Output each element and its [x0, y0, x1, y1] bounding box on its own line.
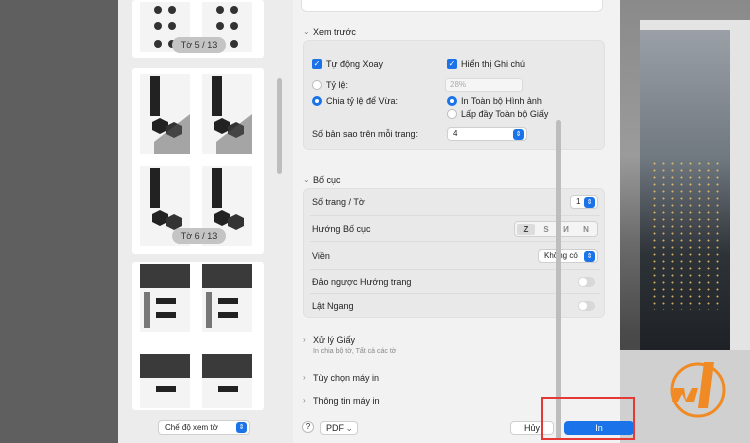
- watermark-logo: [670, 362, 726, 418]
- thumbnail-pane: Tờ 5 / 13 Tờ 6 / 13 Chế độ xem tờ ⇕: [118, 0, 293, 443]
- statistics-page-image: [202, 354, 252, 392]
- chevron-right-icon[interactable]: ›: [303, 396, 306, 405]
- sheet-thumbnail-7[interactable]: [132, 262, 264, 410]
- page-thumb: [140, 264, 190, 332]
- paper-handling-title[interactable]: Xử lý Giấy: [313, 335, 355, 345]
- help-button[interactable]: ?: [302, 421, 314, 433]
- copies-per-page-value: 4: [453, 129, 458, 138]
- chevron-updown-icon: ⇕: [584, 197, 595, 208]
- pages-per-sheet-label: Số trang / Tờ: [312, 197, 365, 207]
- thumbnail-scrollbar[interactable]: [277, 78, 282, 174]
- city-lights: [650, 160, 720, 310]
- fit-radio[interactable]: [312, 96, 322, 106]
- fit-label: Chia tỷ lệ để Vừa:: [326, 96, 399, 106]
- chevron-right-icon[interactable]: ›: [303, 373, 306, 382]
- scale-input[interactable]: 28%: [445, 78, 523, 92]
- copies-per-page-label: Số bản sao trên mỗi trang:: [312, 129, 419, 139]
- flip-horizontal-label: Lật Ngang: [312, 301, 354, 311]
- flip-horizontal-toggle[interactable]: [578, 301, 595, 311]
- statistics-page-image: [202, 264, 252, 328]
- layout-direction-label: Hướng Bố cục: [312, 224, 371, 234]
- chevron-down-icon[interactable]: ⌄: [303, 27, 310, 36]
- print-button-highlight-annotation: [541, 397, 635, 440]
- printer-info-title[interactable]: Thông tin máy in: [313, 396, 380, 406]
- preview-section-title[interactable]: Xem trước: [313, 27, 356, 37]
- pages-per-sheet-select[interactable]: 1 ⇕: [570, 195, 598, 209]
- view-mode-label: Chế độ xem tờ: [165, 423, 218, 432]
- layout-section-title[interactable]: Bố cục: [313, 175, 341, 185]
- chevron-right-icon[interactable]: ›: [303, 335, 306, 344]
- sheet-thumbnail-5[interactable]: Tờ 5 / 13: [132, 0, 264, 58]
- concept-page-image: [212, 76, 252, 154]
- statistics-page-image: [140, 354, 190, 392]
- print-entire-image-radio[interactable]: [447, 96, 457, 106]
- fill-entire-paper-radio[interactable]: [447, 109, 457, 119]
- pdf-label: PDF: [326, 423, 344, 433]
- chevron-updown-icon: ⇕: [584, 251, 595, 262]
- settings-scrollbar[interactable]: [556, 120, 561, 440]
- direction-z-option[interactable]: Z: [517, 224, 535, 235]
- paper-handling-subtitle: In chia bộ tờ, Tất cả các tờ: [313, 348, 397, 355]
- show-notes-label: Hiển thị Ghi chú: [461, 59, 526, 69]
- chevron-down-icon[interactable]: ⌄: [303, 175, 310, 184]
- chevron-updown-icon: ⇕: [513, 129, 524, 140]
- scale-radio[interactable]: [312, 80, 322, 90]
- page-thumb: [202, 74, 252, 154]
- page-thumb: [202, 264, 252, 332]
- page-thumb: [140, 354, 190, 408]
- reverse-orientation-label: Đảo ngược Hướng trang: [312, 277, 412, 287]
- concept-page-image: [150, 76, 190, 154]
- border-label: Viền: [312, 251, 330, 261]
- statistics-page-image: [140, 264, 190, 328]
- auto-rotate-checkbox[interactable]: ✓: [312, 59, 322, 69]
- border-select[interactable]: Không có ⇕: [538, 249, 598, 263]
- sheet-5-label: Tờ 5 / 13: [172, 37, 226, 53]
- pdf-menu-button[interactable]: PDF ⌄: [320, 421, 358, 435]
- page-thumb: [202, 354, 252, 408]
- show-notes-checkbox[interactable]: ✓: [447, 59, 457, 69]
- settings-pane: ⌄ Xem trước ✓ Tự động Xoay ✓ Hiển thị Gh…: [293, 0, 620, 443]
- direction-s-option[interactable]: S: [537, 224, 555, 235]
- auto-rotate-label: Tự động Xoay: [326, 59, 384, 69]
- desktop-background-left: [0, 0, 118, 443]
- fill-entire-paper-label: Lấp đầy Toàn bộ Giấy: [461, 109, 549, 119]
- direction-n-option[interactable]: N: [577, 224, 595, 235]
- print-dialog: Tờ 5 / 13 Tờ 6 / 13 Chế độ xem tờ ⇕ ⌄ Xe…: [118, 0, 634, 443]
- copies-per-page-select[interactable]: 4 ⇕: [447, 127, 527, 141]
- print-entire-image-label: In Toàn bộ Hình ảnh: [461, 96, 542, 106]
- pages-per-sheet-value: 1: [576, 197, 581, 206]
- view-mode-select[interactable]: Chế độ xem tờ ⇕: [158, 420, 250, 435]
- sheet-6-label: Tờ 6 / 13: [172, 228, 226, 244]
- reverse-orientation-toggle[interactable]: [578, 277, 595, 287]
- top-options-strip: [301, 0, 603, 12]
- chevron-updown-icon: ⇕: [236, 422, 247, 433]
- chevron-down-icon: ⌄: [345, 423, 353, 433]
- scale-label: Tỷ lệ:: [326, 80, 349, 90]
- page-thumb: [140, 74, 190, 154]
- printer-options-title[interactable]: Tùy chọn máy in: [313, 373, 379, 383]
- sheet-thumbnail-6[interactable]: Tờ 6 / 13: [132, 68, 264, 254]
